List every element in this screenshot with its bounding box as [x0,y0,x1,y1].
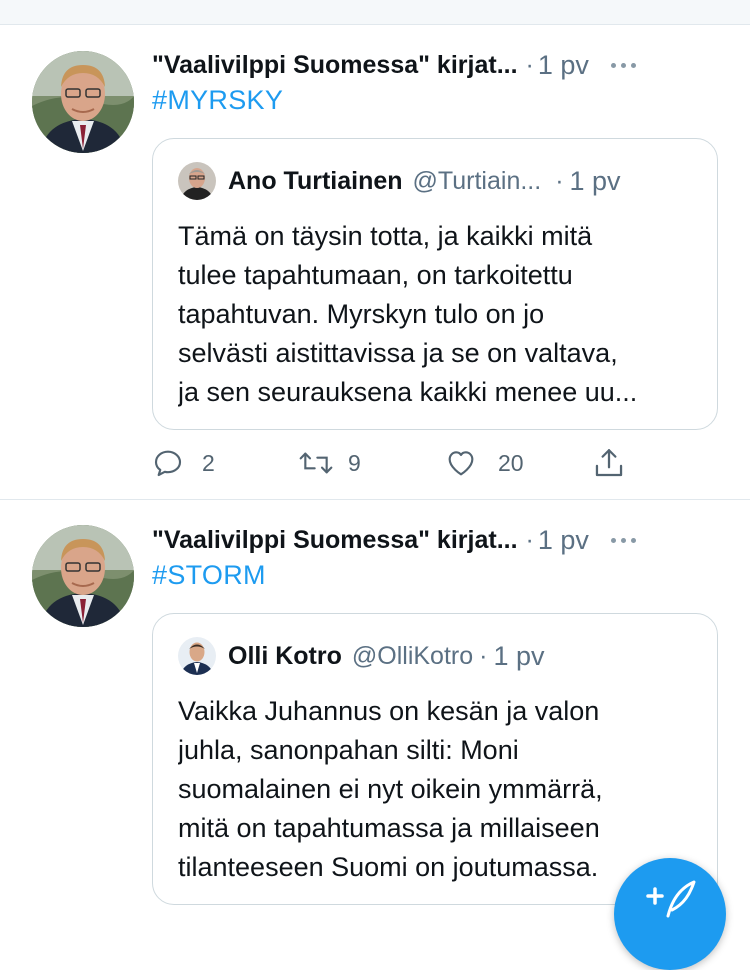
tweet-actions: 2 9 20 [152,443,632,483]
quoted-tweet-time: 1 pv [493,640,545,671]
reply-button[interactable]: 2 [152,443,215,483]
author-avatar[interactable] [32,525,134,627]
retweet-button[interactable]: 9 [298,443,361,483]
quoted-tweet-time: 1 pv [569,165,621,196]
separator-dot: · [479,641,488,670]
quoted-tweet-header: Olli Kotro @OlliKotro · 1 pv [178,636,545,676]
heart-icon [448,451,474,476]
more-dots-icon[interactable] [610,537,636,543]
quoted-author-handle: @Turtiain... [412,166,542,195]
like-count: 20 [498,449,524,476]
share-button[interactable] [592,443,626,483]
text-line: selvästi aistittavissa ja se on valtava, [178,338,618,368]
text-line: Vaikka Juhannus on kesän ja valon [178,696,600,726]
quoted-tweet-header: Ano Turtiainen @Turtiain... · 1 pv [178,161,621,201]
text-line: tilanteeseen Suomi on joutumassa. [178,852,599,882]
quoted-tweet-text: Tämä on täysin totta, ja kaikki mitä tul… [178,217,698,412]
text-line: suomalainen ei nyt oikein ymmärrä, [178,774,603,804]
separator-dot: · [525,525,534,554]
author-name[interactable]: "Vaalivilppi Suomessa" kirjat... [152,51,518,80]
hashtag-link[interactable]: #MYRSKY [152,85,283,116]
text-line: tapahtuvan. Myrskyn tulo on jo [178,299,545,329]
top-separator [0,0,750,25]
quoted-author-name: Olli Kotro [228,641,342,670]
tweet-header: "Vaalivilppi Suomessa" kirjat... · 1 pv [152,45,710,85]
like-button[interactable]: 20 [444,443,524,483]
compose-tweet-button[interactable] [614,858,726,970]
author-avatar[interactable] [32,51,134,153]
more-dots-icon[interactable] [610,62,636,68]
tweet-time[interactable]: 1 pv [538,50,589,81]
tweet-header: "Vaalivilppi Suomessa" kirjat... · 1 pv [152,520,710,560]
separator-dot: · [525,50,534,79]
quoted-tweet[interactable]: Ano Turtiainen @Turtiain... · 1 pv Tämä … [152,138,718,430]
tweet-2[interactable]: "Vaalivilppi Suomessa" kirjat... · 1 pv … [0,500,750,915]
text-line: tulee tapahtumaan, on tarkoitettu [178,260,573,290]
quoted-author-name: Ano Turtiainen [228,166,403,195]
reply-count: 2 [202,449,215,476]
quoted-tweet-text: Vaikka Juhannus on kesän ja valon juhla,… [178,692,698,887]
tweet-1[interactable]: "Vaalivilppi Suomessa" kirjat... · 1 pv … [0,25,750,500]
hashtag-link[interactable]: #STORM [152,560,266,591]
text-line: Tämä on täysin totta, ja kaikki mitä [178,221,593,251]
quoted-author-avatar [178,637,216,675]
separator-dot: · [555,166,564,195]
share-icon [595,449,623,477]
retweet-icon [299,452,333,474]
quoted-tweet[interactable]: Olli Kotro @OlliKotro · 1 pv Vaikka Juha… [152,613,718,905]
compose-feather-icon [646,880,696,918]
retweet-count: 9 [348,449,361,476]
tweet-time[interactable]: 1 pv [538,525,589,556]
author-name[interactable]: "Vaalivilppi Suomessa" kirjat... [152,526,518,555]
reply-icon [154,450,182,477]
quoted-author-handle: @OlliKotro [351,641,474,670]
text-line: ja sen seurauksena kaikki menee uu... [178,377,638,407]
quoted-author-avatar [178,162,216,200]
text-line: mitä on tapahtumassa ja millaiseen [178,813,600,843]
text-line: juhla, sanonpahan silti: Moni [178,735,519,765]
